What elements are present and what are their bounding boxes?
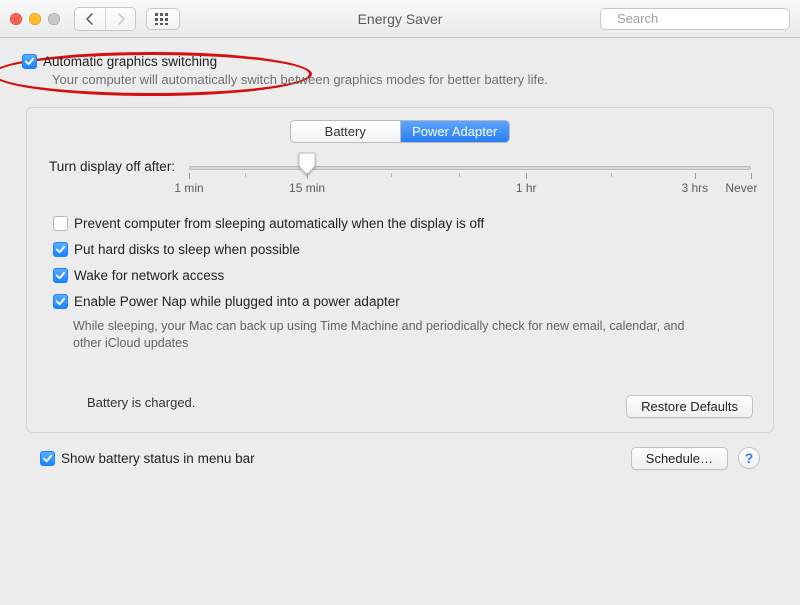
show-battery-status-checkbox[interactable] [40,451,55,466]
tab-power-adapter[interactable]: Power Adapter [400,121,510,142]
slider-tick-15min: 15 min [289,181,325,195]
battery-status-text: Battery is charged. [87,395,195,410]
power-nap-checkbox[interactable] [53,294,68,309]
hd-sleep-label: Put hard disks to sleep when possible [74,242,300,257]
wake-network-label: Wake for network access [74,268,224,283]
back-button[interactable] [75,8,105,30]
window-controls [10,13,60,25]
titlebar: Energy Saver [0,0,800,38]
settings-panel: Battery Power Adapter Turn display off a… [26,107,774,433]
tab-battery[interactable]: Battery [291,121,400,142]
power-nap-helper: While sleeping, your Mac can back up usi… [73,318,693,352]
wake-network-checkbox[interactable] [53,268,68,283]
search-field[interactable] [600,8,790,30]
nav-back-forward [74,7,136,31]
hd-sleep-checkbox[interactable] [53,242,68,257]
auto-graphics-checkbox[interactable] [22,54,37,69]
close-icon[interactable] [10,13,22,25]
show-battery-status-label: Show battery status in menu bar [61,451,255,466]
slider-tick-1min: 1 min [174,181,203,195]
forward-button [105,8,135,30]
slider-tick-3hrs: 3 hrs [681,181,708,195]
zoom-icon [48,13,60,25]
slider-tick-never: Never [725,181,757,195]
auto-graphics-label: Automatic graphics switching [43,54,217,69]
display-off-slider[interactable]: 1 min 15 min 1 hr 3 hrs Never [189,162,751,181]
power-nap-label: Enable Power Nap while plugged into a po… [74,294,400,309]
display-off-label: Turn display off after: [49,159,175,184]
minimize-icon[interactable] [29,13,41,25]
show-all-button[interactable] [146,8,180,30]
grid-icon [155,13,171,25]
slider-tick-1hr: 1 hr [516,181,537,195]
auto-graphics-helper: Your computer will automatically switch … [52,72,782,87]
help-icon: ? [745,450,754,466]
prevent-sleep-label: Prevent computer from sleeping automatic… [74,216,484,231]
prevent-sleep-checkbox[interactable] [53,216,68,231]
help-button[interactable]: ? [738,447,760,469]
search-input[interactable] [615,10,795,27]
tab-segmented-control: Battery Power Adapter [290,120,510,143]
restore-defaults-button[interactable]: Restore Defaults [626,395,753,418]
schedule-button[interactable]: Schedule… [631,447,728,470]
